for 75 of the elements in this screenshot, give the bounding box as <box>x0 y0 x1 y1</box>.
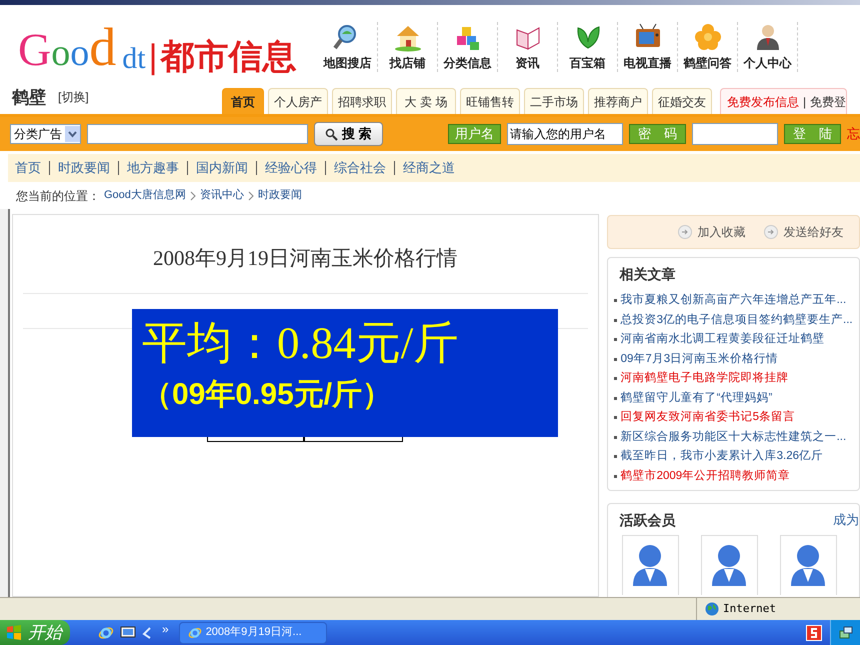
nav-link[interactable]: 分类信息 <box>438 22 498 72</box>
tray-network-icon[interactable] <box>838 626 852 640</box>
browser-icon[interactable] <box>98 624 114 640</box>
password-field[interactable] <box>692 123 778 145</box>
search-button[interactable]: 搜 索 <box>314 122 383 146</box>
nav-link[interactable]: 找店铺 <box>378 22 438 72</box>
tab[interactable]: 推荐商户 <box>588 88 648 114</box>
nav-link[interactable]: 地图搜店 <box>318 22 378 72</box>
nav-link[interactable]: 电视直播 <box>618 22 678 72</box>
nav-link[interactable]: 经商之道 <box>403 158 455 178</box>
category-select[interactable]: 分类广告 <box>10 124 81 144</box>
previous-price: （09年0.95元/斤） <box>142 377 392 413</box>
join-link[interactable]: 成为 <box>833 510 860 531</box>
article-link[interactable]: 新区综合服务功能区十大标志性建筑之一... <box>620 428 846 446</box>
switch-link[interactable]: [切换] <box>58 88 89 106</box>
nav-link[interactable]: 经验心得 <box>265 158 317 178</box>
panel-title: 活跃会员 <box>618 511 676 530</box>
tab[interactable]: 首页 <box>222 88 264 114</box>
tab[interactable]: 二手市场 <box>524 88 584 114</box>
article-link[interactable]: 河南鹤壁电子电路学院即将挂牌 <box>620 370 789 388</box>
city-name: 鹤壁 <box>12 86 46 108</box>
password-label: 密 码 <box>629 124 686 144</box>
tray-app-icon[interactable] <box>806 624 822 640</box>
nav-link[interactable]: 首页 <box>15 158 41 178</box>
article-link[interactable]: 鹤壁市2009年公开招聘教师简章 <box>620 468 790 485</box>
article-link[interactable]: 我市夏粮又创新高亩产六年连增总产五年... <box>620 292 846 310</box>
nav-link[interactable]: 综合社会 <box>334 158 386 178</box>
article-link[interactable]: 截至昨日，我市小麦累计入库3.26亿斤 <box>620 448 823 466</box>
nav-link[interactable]: 国内新闻 <box>196 158 248 178</box>
article-link[interactable]: 09年7月3日河南玉米价格行情 <box>620 350 778 368</box>
search-icon <box>325 128 338 140</box>
dropdown-icon <box>65 126 80 142</box>
arrow-circle-icon <box>678 225 692 239</box>
zone-label: Internet <box>723 600 776 617</box>
breadcrumb-link[interactable]: 时政要闻 <box>258 187 302 204</box>
flower-icon <box>692 22 722 52</box>
username-field[interactable]: 请输入您的用户名 <box>507 123 623 145</box>
breadcrumb-link[interactable]: Good大唐信息网 <box>104 187 186 204</box>
tab[interactable]: 旺铺售转 <box>460 88 520 114</box>
search-field[interactable] <box>87 124 308 144</box>
windows-flag-icon <box>6 624 22 640</box>
breadcrumb-link[interactable]: 资讯中心 <box>200 187 244 204</box>
nav-link[interactable]: 资讯 <box>498 22 558 72</box>
nav-link[interactable]: 时政要闻 <box>58 158 110 178</box>
action-link[interactable]: 发送给好友 <box>764 223 844 241</box>
more-icon[interactable]: » <box>162 620 169 638</box>
breadcrumb-label: 您当前的位置： <box>16 188 100 204</box>
browser-icon <box>188 626 202 640</box>
article-link[interactable]: 总投资3亿的电子信息项目签约鹤壁要生产... <box>620 312 853 329</box>
article-link[interactable]: 回复网友致河南省委书记5条留言 <box>620 409 796 426</box>
chevron-icon <box>190 190 196 200</box>
tab[interactable]: 招聘求职 <box>332 88 392 114</box>
article-link[interactable]: 鹤壁留守儿童有了“代理妈妈” <box>620 390 772 407</box>
logo-text: Good dt|都市信息 <box>18 20 296 74</box>
tab[interactable]: 征婚交友 <box>652 88 712 114</box>
arrow-circle-icon <box>764 225 778 239</box>
tab[interactable]: 个人房产 <box>268 88 328 114</box>
nav-link[interactable]: 个人中心 <box>738 22 798 72</box>
publish-link[interactable]: 免费发布信息 <box>727 92 799 110</box>
average-price: 平均：0.84元/斤 <box>142 317 460 370</box>
tab[interactable]: 大 卖 场 <box>396 88 456 114</box>
nav-link[interactable]: 百宝箱 <box>558 22 618 72</box>
register-link[interactable]: 免费登 <box>810 92 846 110</box>
taskbar-window-button[interactable]: 2008年9月19日河... <box>178 622 327 644</box>
article-title: 2008年9月19日河南玉米价格行情 <box>152 245 459 272</box>
separator: | <box>803 94 806 110</box>
desktop-icon[interactable] <box>120 626 136 640</box>
nav-link[interactable]: 地方趣事 <box>127 158 179 178</box>
chevron-icon <box>248 190 254 200</box>
nav-link[interactable]: 鹤壁问答 <box>678 22 738 72</box>
action-link[interactable]: 加入收藏 <box>678 223 746 241</box>
globe-icon <box>705 602 719 616</box>
username-label: 用户名 <box>448 124 501 144</box>
panel-title: 相关文章 <box>618 265 677 284</box>
article-link[interactable]: 河南省南水北调工程黄姜段征迁址鹤壁 <box>620 331 825 348</box>
